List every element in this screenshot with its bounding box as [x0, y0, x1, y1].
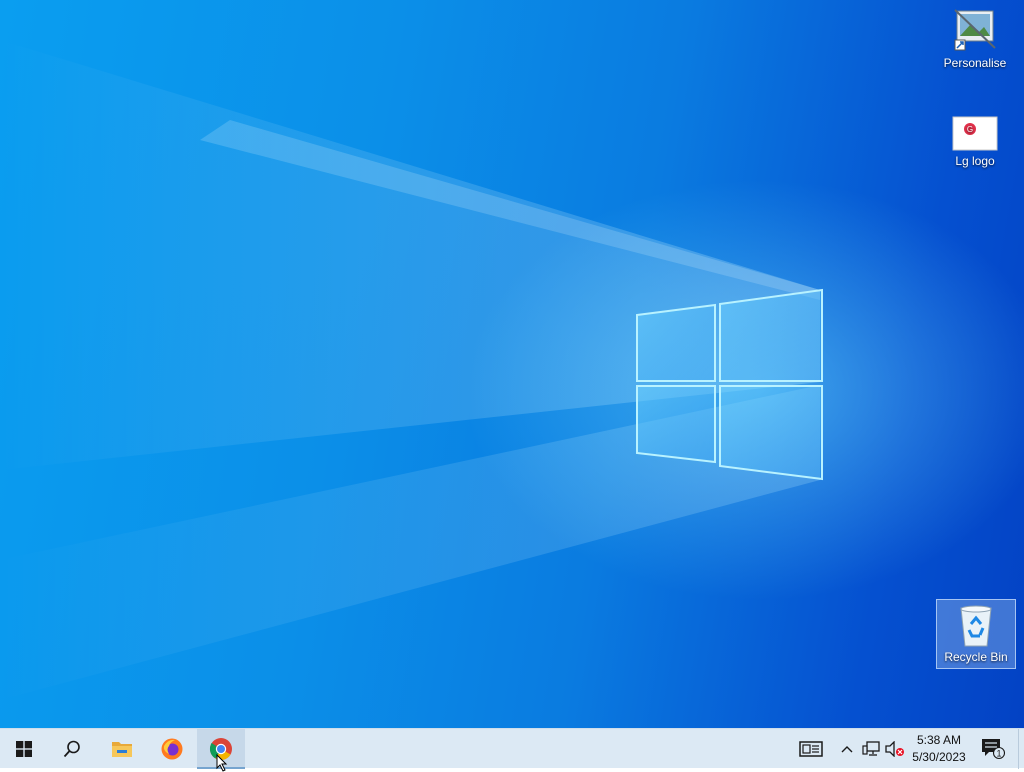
taskbar: 5:38 AM 5/30/2023 1 [0, 728, 1024, 769]
desktop-icon-recycle-bin[interactable]: Recycle Bin [936, 599, 1016, 669]
svg-text:G: G [967, 125, 973, 134]
start-button[interactable] [0, 729, 48, 769]
desktop-icon-lg-logo[interactable]: G Lg logo [936, 116, 1014, 168]
clock-date: 5/30/2023 [912, 750, 966, 764]
news-widget-icon [799, 741, 823, 757]
personalise-shortcut-icon [954, 9, 996, 51]
windows-logo-icon [16, 741, 32, 757]
folder-icon [112, 742, 132, 757]
network-icon [862, 741, 880, 756]
desktop-icon-label: Personalise [943, 56, 1007, 70]
action-center-button[interactable]: 1 [978, 729, 1008, 769]
show-hidden-icons-button[interactable] [838, 729, 856, 769]
clock-time: 5:38 AM [916, 733, 962, 747]
wallpaper [0, 40, 823, 700]
mouse-cursor [216, 754, 228, 772]
desktop-icon-label: Recycle Bin [944, 650, 1008, 664]
network-button[interactable] [860, 729, 882, 769]
firefox-button[interactable] [148, 729, 196, 769]
search-button[interactable] [48, 729, 96, 769]
chevron-up-icon [841, 746, 853, 753]
recycle-bin-icon [960, 605, 992, 647]
firefox-icon [161, 738, 183, 760]
show-desktop-button[interactable] [1018, 729, 1024, 769]
desktop[interactable]: Personalise G Lg logo Recycle Bin [0, 0, 1024, 728]
notification-icon: 1 [982, 739, 1005, 760]
notification-count: 1 [996, 749, 1001, 759]
news-widget-button[interactable] [794, 729, 828, 769]
desktop-icon-personalise[interactable]: Personalise [936, 8, 1014, 70]
image-file-icon: G [952, 116, 998, 151]
desktop-icon-label: Lg logo [955, 154, 995, 168]
volume-muted-icon [885, 741, 904, 757]
clock[interactable]: 5:38 AM 5/30/2023 [903, 732, 975, 766]
search-icon [63, 740, 80, 758]
file-explorer-button[interactable] [98, 729, 146, 769]
